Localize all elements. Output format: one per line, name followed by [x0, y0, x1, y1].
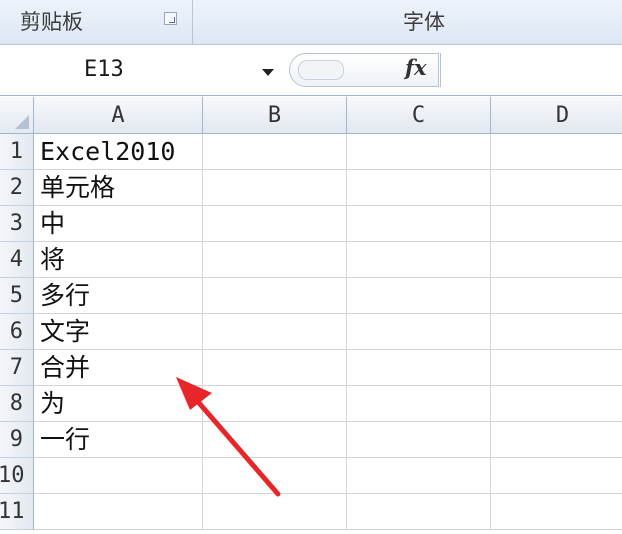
cell-c7[interactable]	[347, 350, 491, 386]
column-header-a[interactable]: A	[34, 97, 203, 134]
column-header-row: A B C D	[0, 97, 622, 134]
cell-a1[interactable]: Excel2010	[34, 134, 203, 170]
row-header-10[interactable]: 10	[0, 458, 34, 494]
row-header-7[interactable]: 7	[0, 350, 34, 386]
cell-b2[interactable]	[203, 170, 347, 206]
cell-d7[interactable]	[491, 350, 622, 386]
dialog-launcher-icon[interactable]	[164, 12, 177, 25]
row-number: 11	[0, 499, 25, 524]
cell-d6[interactable]	[491, 314, 622, 350]
select-all-button[interactable]	[0, 97, 34, 134]
cell-a10[interactable]	[34, 458, 203, 494]
cell-a3[interactable]: 中	[34, 206, 203, 242]
row-header-4[interactable]: 4	[0, 242, 34, 278]
cell-a11[interactable]	[34, 494, 203, 530]
formula-input[interactable]	[440, 53, 622, 87]
font-group: 字体	[193, 0, 622, 44]
spreadsheet-grid: A B C D 1 Excel2010 2 单元格 3 中 4 将 5 多行 6 文字 7 合并 8 为 9 一行…	[0, 97, 622, 534]
cell-b3[interactable]	[203, 206, 347, 242]
cell-c6[interactable]	[347, 314, 491, 350]
cell-d10[interactable]	[491, 458, 622, 494]
cell-d9[interactable]	[491, 422, 622, 458]
column-header-d[interactable]: D	[491, 97, 622, 134]
row-number: 4	[9, 247, 23, 272]
cell-b11[interactable]	[203, 494, 347, 530]
row-header-5[interactable]: 5	[0, 278, 34, 314]
cell-c10[interactable]	[347, 458, 491, 494]
cell-a9[interactable]: 一行	[34, 422, 203, 458]
cell-b9[interactable]	[203, 422, 347, 458]
cell-c9[interactable]	[347, 422, 491, 458]
name-box[interactable]: E13	[0, 49, 284, 89]
cell-d2[interactable]	[491, 170, 622, 206]
column-header-b[interactable]: B	[203, 97, 347, 134]
cell-c1[interactable]	[347, 134, 491, 170]
cell-c8[interactable]	[347, 386, 491, 422]
cell-a5[interactable]: 多行	[34, 278, 203, 314]
cell-d3[interactable]	[491, 206, 622, 242]
row-number: 1	[9, 139, 23, 164]
row-header-11[interactable]: 11	[0, 494, 34, 530]
cell-a7[interactable]: 合并	[34, 350, 203, 386]
cell-d1[interactable]	[491, 134, 622, 170]
cell-d8[interactable]	[491, 386, 622, 422]
row-header-2[interactable]: 2	[0, 170, 34, 206]
chevron-down-icon[interactable]	[262, 69, 274, 76]
row-header-6[interactable]: 6	[0, 314, 34, 350]
row-number: 8	[9, 391, 23, 416]
row-header-1[interactable]: 1	[0, 134, 34, 170]
name-box-value: E13	[84, 57, 124, 82]
cell-d11[interactable]	[491, 494, 622, 530]
ribbon: 剪贴板 字体	[0, 0, 622, 45]
cell-c3[interactable]	[347, 206, 491, 242]
cell-c11[interactable]	[347, 494, 491, 530]
row-number: 9	[9, 427, 23, 452]
cell-b4[interactable]	[203, 242, 347, 278]
row-number: 7	[9, 355, 23, 380]
cell-d4[interactable]	[491, 242, 622, 278]
insert-function-icon[interactable]: fx	[405, 55, 427, 80]
cell-b6[interactable]	[203, 314, 347, 350]
clipboard-group-label: 剪贴板	[20, 10, 83, 34]
column-header-c[interactable]: C	[347, 97, 491, 134]
row-number: 6	[9, 319, 23, 344]
cell-a6[interactable]: 文字	[34, 314, 203, 350]
cell-c5[interactable]	[347, 278, 491, 314]
cell-b7[interactable]	[203, 350, 347, 386]
font-group-label: 字体	[403, 10, 445, 34]
cell-c4[interactable]	[347, 242, 491, 278]
row-number: 2	[9, 175, 23, 200]
cell-b10[interactable]	[203, 458, 347, 494]
cell-b1[interactable]	[203, 134, 347, 170]
row-header-8[interactable]: 8	[0, 386, 34, 422]
row-number: 3	[9, 211, 23, 236]
cell-b8[interactable]	[203, 386, 347, 422]
cell-a2[interactable]: 单元格	[34, 170, 203, 206]
cell-a4[interactable]: 将	[34, 242, 203, 278]
cell-d5[interactable]	[491, 278, 622, 314]
clipboard-group: 剪贴板	[0, 0, 193, 44]
row-header-9[interactable]: 9	[0, 422, 34, 458]
cell-b5[interactable]	[203, 278, 347, 314]
formula-bar: E13 fx	[0, 45, 622, 96]
cell-c2[interactable]	[347, 170, 491, 206]
row-number: 5	[9, 283, 23, 308]
row-header-3[interactable]: 3	[0, 206, 34, 242]
cell-a8[interactable]: 为	[34, 386, 203, 422]
row-number: 10	[0, 463, 25, 488]
